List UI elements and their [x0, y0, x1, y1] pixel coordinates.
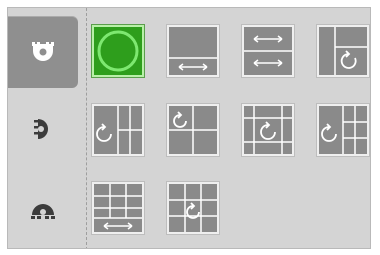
layout-quad-rotate[interactable]	[167, 104, 219, 156]
layout-center-rotate-grid[interactable]	[242, 104, 294, 156]
quad-rotate-icon	[169, 106, 217, 154]
rotate-left-grid-icon	[96, 106, 142, 154]
dome-bottom-icon	[31, 204, 55, 219]
grid-h-arrow-icon	[94, 184, 142, 230]
corner-rotate-icon	[334, 27, 367, 75]
rotate-left-grid-alt-icon	[321, 106, 367, 154]
layout-two-rows-two-arrows[interactable]	[242, 25, 294, 77]
layout-grid-3x3-h-arrow[interactable]	[92, 182, 144, 234]
layout-rotate-left-plus-grid[interactable]	[92, 104, 144, 156]
layout-rotate-left-plus-grid-alt[interactable]	[317, 104, 369, 156]
center-rotate-grid-icon	[244, 106, 292, 154]
dome-top-icon	[32, 42, 54, 61]
grid-center-rotate-icon	[169, 184, 217, 232]
layout-two-rows-h-arrow[interactable]	[167, 25, 219, 77]
tab-bottom-view[interactable]	[8, 172, 78, 244]
layout-corner-rotate[interactable]	[317, 25, 369, 77]
split-h-arrow-icon	[169, 57, 217, 71]
dome-side-icon	[34, 119, 48, 139]
tab-top-view[interactable]	[8, 16, 78, 88]
tab-side-view[interactable]	[8, 92, 78, 164]
split-double-arrow-icon	[244, 35, 292, 67]
sidebar-divider	[86, 8, 87, 248]
layout-single-circle[interactable]	[92, 25, 144, 77]
single-view-circle-icon	[97, 30, 139, 72]
layout-panel	[7, 7, 371, 249]
layout-grid-3x3-center-rotate[interactable]	[167, 182, 219, 234]
view-mode-sidebar	[8, 8, 78, 248]
